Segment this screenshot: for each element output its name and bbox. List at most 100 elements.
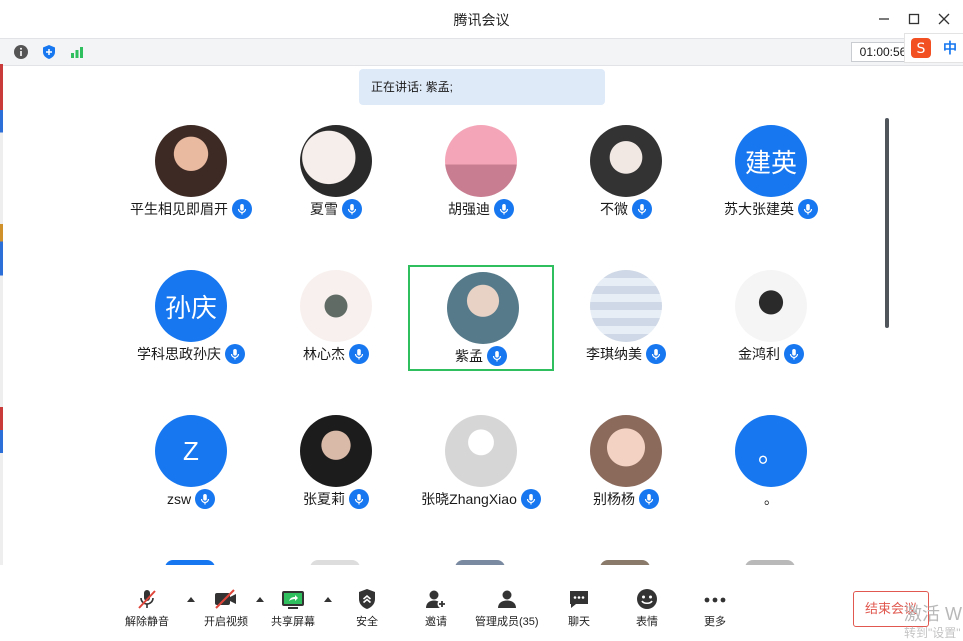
security-shield-icon: [359, 589, 375, 609]
mic-icon: [225, 344, 245, 364]
activation-watermark: 激活 W: [904, 604, 962, 624]
avatar: 建英: [735, 125, 807, 197]
participant-name: 平生相见即眉开: [130, 201, 228, 217]
security-label: 安全: [356, 616, 378, 628]
participant-name: 张夏莉: [303, 491, 345, 507]
audio-options-caret[interactable]: [187, 597, 195, 602]
security-status-button[interactable]: [40, 43, 58, 61]
mic-icon: [639, 489, 659, 509]
invite-button[interactable]: 邀请: [424, 587, 448, 629]
reactions-label: 表情: [636, 616, 658, 628]
ime-toolbar[interactable]: S 中: [904, 33, 963, 63]
participant-tile[interactable]: 。。: [698, 410, 844, 516]
minimize-button[interactable]: [873, 8, 895, 30]
unmute-label: 解除静音: [125, 616, 169, 628]
close-button[interactable]: [933, 8, 955, 30]
avatar: [155, 125, 227, 197]
participant-name: 夏雪: [310, 201, 338, 217]
invite-user-icon: [426, 590, 447, 609]
background-window-edge: [0, 64, 3, 636]
mic-icon: [195, 489, 216, 509]
avatar: [590, 415, 662, 487]
avatar-initials: Z: [183, 435, 199, 466]
avatar: 孙庆: [155, 270, 227, 342]
mic-icon: [784, 344, 804, 364]
mic-icon: [798, 199, 818, 219]
avatar-initials: 建英: [744, 147, 797, 178]
avatar: [447, 272, 519, 344]
participant-tile[interactable]: 林心杰: [263, 265, 409, 371]
info-button[interactable]: [12, 43, 30, 61]
minimize-icon: [879, 18, 889, 20]
video-options-caret[interactable]: [256, 597, 264, 602]
avatar-initials: 。: [757, 437, 784, 468]
network-signal-button[interactable]: [68, 43, 86, 61]
start-video-button[interactable]: 开启视频: [204, 587, 248, 629]
chat-button[interactable]: 聊天: [567, 587, 591, 629]
participant-name: 李琪纳美: [586, 346, 642, 362]
share-options-caret[interactable]: [324, 597, 332, 602]
grid-scrollbar[interactable]: [885, 118, 889, 328]
participant-name: 苏大张建英: [724, 201, 794, 217]
shield-icon: [43, 45, 55, 59]
share-screen-label: 共享屏幕: [271, 616, 315, 628]
participant-name-row: 苏大张建英: [678, 199, 864, 219]
mic-icon: [646, 344, 666, 364]
participant-name: 林心杰: [303, 346, 345, 362]
window-title: 腾讯会议: [453, 12, 510, 28]
mic-icon: [494, 199, 514, 219]
maximize-button[interactable]: [903, 8, 925, 30]
close-icon: [938, 13, 950, 25]
share-screen-icon: [282, 591, 304, 609]
participant-tile[interactable]: 建英苏大张建英: [698, 120, 844, 226]
share-screen-button[interactable]: 共享屏幕: [271, 587, 315, 629]
participant-name-row: 金鸿利: [678, 344, 864, 364]
video-off-icon: [215, 589, 236, 609]
more-label: 更多: [704, 616, 726, 628]
avatar-initials: 孙庆: [164, 292, 217, 323]
participant-name: 学科思政孙庆: [137, 346, 221, 362]
participant-name: 别杨杨: [593, 491, 635, 507]
participant-name: zsw: [166, 491, 192, 507]
participant-name: 。: [764, 491, 778, 507]
more-dots-icon: [704, 597, 726, 603]
chat-label: 聊天: [568, 616, 590, 628]
ime-mode-label[interactable]: 中: [943, 38, 957, 58]
members-icon: [497, 590, 516, 608]
avatar: 。: [735, 415, 807, 487]
signal-icon: [71, 47, 83, 58]
mic-muted-icon: [138, 590, 156, 609]
manage-members-label: 管理成员(35): [475, 616, 539, 628]
speaking-indicator: 正在讲话: 紫孟;: [359, 69, 605, 105]
avatar: [735, 270, 807, 342]
manage-members-button[interactable]: 管理成员(35): [475, 587, 539, 629]
activation-watermark-hint: 转到"设置": [904, 626, 961, 640]
security-button[interactable]: 安全: [355, 587, 379, 629]
maximize-icon: [908, 13, 920, 25]
avatar: [590, 270, 662, 342]
mic-icon: [349, 489, 369, 509]
info-icon: [14, 45, 28, 59]
avatar: [590, 125, 662, 197]
more-button[interactable]: 更多: [703, 587, 727, 629]
mic-icon: [487, 346, 507, 366]
meeting-status-bar: 01:00:56: [0, 38, 963, 66]
participant-name: 胡强迪: [448, 201, 490, 217]
participant-tile[interactable]: 金鸿利: [698, 265, 844, 371]
avatar: [445, 415, 517, 487]
start-video-label: 开启视频: [204, 616, 248, 628]
reactions-button[interactable]: 表情: [635, 587, 659, 629]
avatar: [300, 125, 372, 197]
mic-icon: [632, 199, 652, 219]
emoji-icon: [637, 589, 657, 609]
avatar: [300, 270, 372, 342]
meeting-toolbar: 解除静音 开启视频 共享屏幕 安全 邀请 管理成员(35) 聊天 表情 更多 结…: [0, 565, 963, 636]
svg-text:S: S: [917, 41, 926, 57]
unmute-button[interactable]: 解除静音: [125, 587, 169, 629]
invite-label: 邀请: [425, 616, 447, 628]
avatar: Z: [155, 415, 227, 487]
mic-icon: [342, 199, 362, 219]
title-bar: 腾讯会议: [0, 0, 963, 38]
participant-name-row: 。: [678, 489, 864, 509]
participant-name: 金鸿利: [738, 346, 780, 362]
